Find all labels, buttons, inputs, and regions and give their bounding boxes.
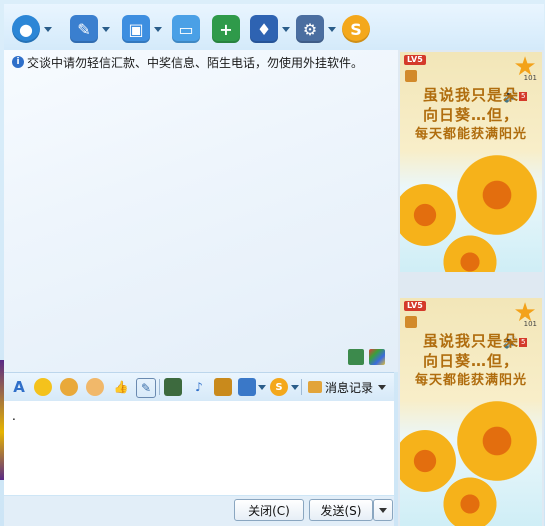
top-toolbar: ● ✎ ▣ ▭ + ♦ ⚙ S [4, 4, 544, 51]
input-text: . [12, 409, 16, 423]
chevron-down-icon[interactable] [291, 385, 299, 390]
color-picker-icon[interactable] [369, 349, 385, 365]
chevron-down-icon[interactable] [328, 26, 336, 32]
star-count: 101 [523, 320, 537, 328]
soso-icon: S [342, 15, 370, 43]
chevron-down-icon[interactable] [154, 26, 162, 32]
chevron-down-icon[interactable] [258, 385, 266, 390]
show-line-3: 每天都能获满阳光 [414, 373, 527, 388]
format-toolbar: A 👍 ✎ ♪ S 消息记录 [4, 372, 394, 402]
message-history-button[interactable]: 消息记录 [308, 377, 387, 397]
webcam-button[interactable]: ● [12, 12, 56, 46]
history-label: 消息记录 [325, 380, 374, 395]
music-icon[interactable]: ♪ [190, 378, 208, 396]
show-panel: LV5 ★ 101 🔊 5 虽说我只是朵 向日葵…但， 每天都能获满阳光 LV5… [398, 50, 544, 526]
send-options-button[interactable] [373, 499, 393, 521]
separator [159, 379, 160, 395]
show-line-3: 每天都能获满阳光 [414, 127, 527, 142]
close-button[interactable]: 关闭(C) [234, 499, 304, 521]
sunflower-icon [452, 150, 542, 240]
seat-icon [405, 316, 417, 328]
gift-icon[interactable] [214, 378, 232, 396]
screenshot-icon[interactable] [164, 378, 182, 396]
chevron-down-icon[interactable] [44, 26, 52, 32]
remote-assist-icon: ▭ [172, 15, 200, 43]
star-count: 101 [523, 74, 537, 82]
security-notice-text: 交谈中请勿轻信汇款、中奖信息、陌生电话，勿使用外挂软件。 [27, 55, 364, 70]
message-input[interactable]: . [4, 401, 394, 495]
profile-icon: ♦ [250, 15, 278, 43]
font-button[interactable]: A [10, 378, 28, 396]
add-app-icon: + [212, 15, 240, 43]
send-file-button[interactable]: ▣ [122, 12, 166, 46]
magic-emoticon-icon[interactable] [60, 378, 78, 396]
sunflower-icon [452, 396, 542, 486]
info-icon: i [12, 56, 24, 68]
show-card-friend[interactable]: LV5 ★ 101 🔊 5 虽说我只是朵 向日葵…但， 每天都能获满阳光 [400, 52, 542, 272]
remote-assist-button[interactable]: ▭ [172, 12, 216, 46]
soso-search-icon[interactable]: S [270, 378, 288, 396]
chevron-down-icon[interactable] [282, 26, 290, 32]
chevron-down-icon [379, 507, 387, 513]
profile-button[interactable]: ♦ [250, 12, 294, 46]
settings-button[interactable]: ⚙ [296, 12, 340, 46]
level-badge: LV5 [404, 55, 426, 65]
sticker-icon[interactable] [86, 378, 104, 396]
show-line-2: 向日葵…但， [422, 352, 519, 370]
chevron-down-icon [378, 384, 387, 390]
message-area[interactable]: i 交谈中请勿轻信汇款、中奖信息、陌生电话，勿使用外挂软件。 [4, 50, 398, 372]
handwrite-icon[interactable]: ✎ [136, 378, 156, 398]
send-file-icon: ▣ [122, 15, 150, 43]
thumbs-up-icon[interactable]: 👍 [112, 378, 130, 396]
sunflower-icon [440, 474, 500, 526]
show-line-1: 虽说我只是朵 [422, 332, 519, 350]
microphone-button[interactable]: ✎ [70, 12, 114, 46]
show-line-1: 虽说我只是朵 [422, 86, 519, 104]
security-notice: i 交谈中请勿轻信汇款、中奖信息、陌生电话，勿使用外挂软件。 [12, 53, 363, 71]
settings-icon: ⚙ [296, 15, 324, 43]
send-button[interactable]: 发送(S) [309, 499, 373, 521]
soso-button[interactable]: S [342, 12, 386, 46]
seat-icon [405, 70, 417, 82]
emoticon-icon[interactable] [34, 378, 52, 396]
chevron-down-icon[interactable] [102, 26, 110, 32]
microphone-icon: ✎ [70, 15, 98, 43]
level-badge: LV5 [404, 301, 426, 311]
expand-icon[interactable] [348, 349, 364, 365]
show-line-2: 向日葵…但， [422, 106, 519, 124]
history-icon [308, 381, 322, 393]
image-icon[interactable] [238, 378, 256, 396]
webcam-icon: ● [12, 15, 40, 43]
bottom-bar: 关闭(C) 发送(S) [4, 496, 394, 526]
show-card-self[interactable]: LV5 ★ 101 🔊 5 虽说我只是朵 向日葵…但， 每天都能获满阳光 [400, 298, 542, 526]
separator [301, 379, 302, 395]
